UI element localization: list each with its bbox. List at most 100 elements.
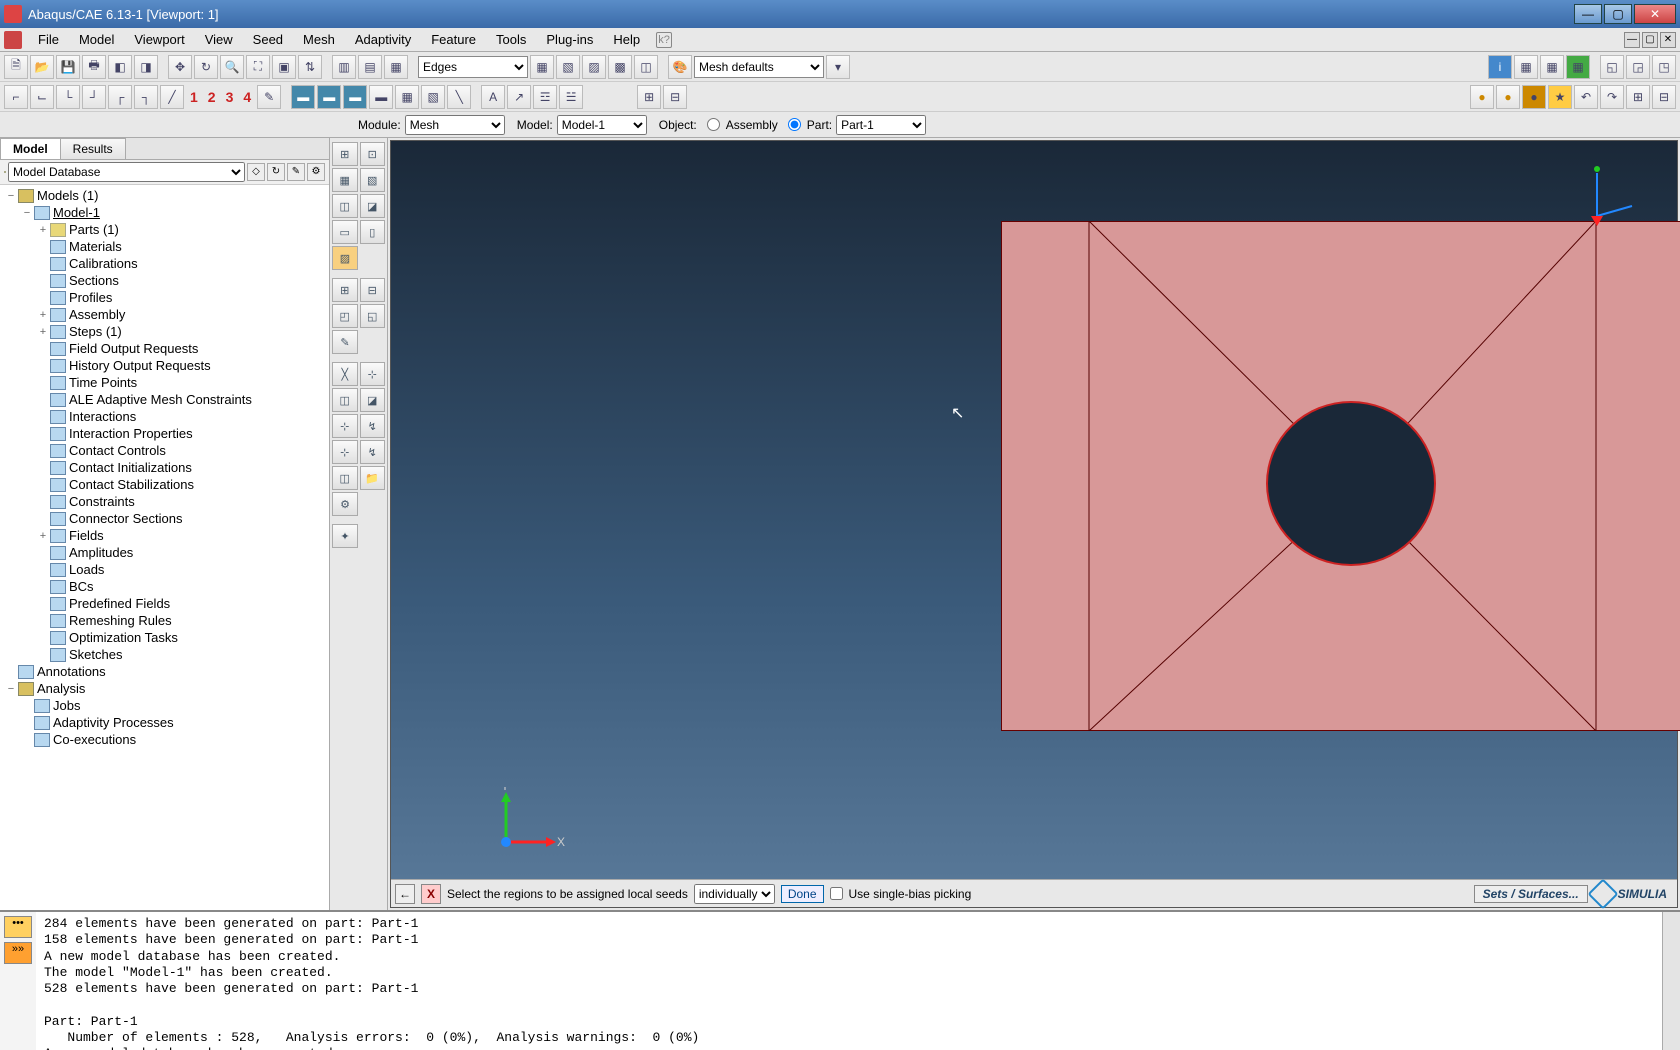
tb-seed-edges[interactable]: ⊡	[360, 142, 386, 166]
single-bias-checkbox[interactable]	[830, 887, 843, 900]
render-1[interactable]: ▦	[530, 55, 554, 79]
tree-item[interactable]: BCs	[0, 578, 329, 595]
db-btn-3[interactable]: ✎	[287, 163, 305, 181]
tb-r11b[interactable]: ↯	[360, 414, 386, 438]
render-3[interactable]: ▨	[582, 55, 606, 79]
fit-button[interactable]: ▣	[272, 55, 296, 79]
tree-item[interactable]: Field Output Requests	[0, 340, 329, 357]
mdi-restore-button[interactable]: ▢	[1642, 32, 1658, 48]
db-btn-1[interactable]: ◇	[247, 163, 265, 181]
color-button[interactable]: 🎨	[668, 55, 692, 79]
tb-r12a[interactable]: ⊹	[332, 440, 358, 464]
grid1[interactable]: ▦	[1514, 55, 1538, 79]
view-3[interactable]: 3	[222, 89, 238, 105]
tb-r7b[interactable]: ◱	[360, 304, 386, 328]
tb-r7a[interactable]: ◰	[332, 304, 358, 328]
mesh-d1[interactable]: ▾	[826, 55, 850, 79]
iso2[interactable]: ◲	[1626, 55, 1650, 79]
iso3[interactable]: ◳	[1652, 55, 1676, 79]
model-select[interactable]: Model-1	[557, 115, 647, 135]
tb-mesh-controls[interactable]: ◪	[360, 194, 386, 218]
prompt-back-button[interactable]: ←	[395, 884, 415, 904]
arrow-button[interactable]: ↗	[507, 85, 531, 109]
layout-5[interactable]: ▦	[395, 85, 419, 109]
viewport[interactable]: ↖ X Y ← X Select the regions to be assig…	[390, 140, 1678, 908]
view-cut-button[interactable]: ▤	[358, 55, 382, 79]
tree-item[interactable]: +Steps (1)	[0, 323, 329, 340]
t2-7[interactable]: ╱	[160, 85, 184, 109]
undo-button[interactable]: ↶	[1574, 85, 1598, 109]
prompt-cancel-button[interactable]: X	[421, 884, 441, 904]
sets-surfaces-button[interactable]: Sets / Surfaces...	[1474, 885, 1588, 903]
view-4[interactable]: 4	[239, 89, 255, 105]
tree-item[interactable]: +Fields	[0, 527, 329, 544]
tb-r9b[interactable]: ⊹	[360, 362, 386, 386]
object-assembly-radio[interactable]	[707, 118, 720, 131]
t2-1[interactable]: ⌐	[4, 85, 28, 109]
layout-6[interactable]: ▧	[421, 85, 445, 109]
msg-cli2-button[interactable]: »»	[4, 942, 32, 964]
t2-3[interactable]: └	[56, 85, 80, 109]
rec-3[interactable]: ●	[1522, 85, 1546, 109]
new-button[interactable]: 🗎	[4, 55, 28, 79]
minimize-button[interactable]: —	[1574, 4, 1602, 24]
t2-8[interactable]: ✎	[257, 85, 281, 109]
zoom-button[interactable]: 🔍	[220, 55, 244, 79]
context-help-icon[interactable]: k?	[656, 32, 672, 48]
tree-item[interactable]: Contact Stabilizations	[0, 476, 329, 493]
tb-seed-part[interactable]: ⊞	[332, 142, 358, 166]
datum-2[interactable]: ⊟	[663, 85, 687, 109]
menu-plugins[interactable]: Plug-ins	[536, 30, 603, 49]
tb-edit-mesh[interactable]: ✎	[332, 330, 358, 354]
mesh-defaults-select[interactable]: Mesh defaults	[694, 56, 824, 78]
tree-item[interactable]: Contact Initializations	[0, 459, 329, 476]
annotate-button[interactable]: ▦	[384, 55, 408, 79]
tree-item[interactable]: Predefined Fields	[0, 595, 329, 612]
view-1[interactable]: 1	[186, 89, 202, 105]
tb-r6a[interactable]: ⊞	[332, 278, 358, 302]
message-scrollbar[interactable]	[1662, 912, 1680, 1050]
tree-item[interactable]: Time Points	[0, 374, 329, 391]
tb-r4a[interactable]: ▭	[332, 220, 358, 244]
zoom-box-button[interactable]: ⛶	[246, 55, 270, 79]
menu-help[interactable]: Help	[603, 30, 650, 49]
tool-b[interactable]: ◨	[134, 55, 158, 79]
tb-assign-element[interactable]: ◫	[332, 194, 358, 218]
menu-view[interactable]: View	[195, 30, 243, 49]
tree-item[interactable]: Materials	[0, 238, 329, 255]
tree-item[interactable]: Connector Sections	[0, 510, 329, 527]
text-button[interactable]: A	[481, 85, 505, 109]
tree-item[interactable]: −Models (1)	[0, 187, 329, 204]
part-select[interactable]: Part-1	[836, 115, 926, 135]
cycle-button[interactable]: ⇅	[298, 55, 322, 79]
t2-5[interactable]: ┌	[108, 85, 132, 109]
close-button[interactable]: ✕	[1634, 4, 1676, 24]
tree-item[interactable]: Optimization Tasks	[0, 629, 329, 646]
tree-item[interactable]: Calibrations	[0, 255, 329, 272]
list-button[interactable]: ☲	[533, 85, 557, 109]
tb-mesh-region[interactable]: ▧	[360, 168, 386, 192]
tb-r10b[interactable]: ◪	[360, 388, 386, 412]
tree-item[interactable]: Jobs	[0, 697, 329, 714]
tb-mesh-part[interactable]: ▦	[332, 168, 358, 192]
tree-item[interactable]: −Analysis	[0, 680, 329, 697]
prompt-mode-select[interactable]: individually	[694, 884, 775, 904]
tb-r12b[interactable]: ↯	[360, 440, 386, 464]
tb-verify-mesh[interactable]: ▨	[332, 246, 358, 270]
tree-item[interactable]: Loads	[0, 561, 329, 578]
tree-item[interactable]: ALE Adaptive Mesh Constraints	[0, 391, 329, 408]
tree-item[interactable]: History Output Requests	[0, 357, 329, 374]
model-tree[interactable]: −Models (1)−Model-1+Parts (1)MaterialsCa…	[0, 185, 329, 910]
query-button[interactable]: ▥	[332, 55, 356, 79]
layout-2[interactable]: ▬	[317, 85, 341, 109]
tree-item[interactable]: Interactions	[0, 408, 329, 425]
tree-item[interactable]: Contact Controls	[0, 442, 329, 459]
object-part-radio[interactable]	[788, 118, 801, 131]
menu-model[interactable]: Model	[69, 30, 124, 49]
tb-partition[interactable]: ◫	[332, 466, 358, 490]
tab-results[interactable]: Results	[60, 138, 126, 159]
layout-1[interactable]: ▬	[291, 85, 315, 109]
db-btn-4[interactable]: ⚙	[307, 163, 325, 181]
tb-r15a[interactable]: ✦	[332, 524, 358, 548]
t2-4[interactable]: ┘	[82, 85, 106, 109]
